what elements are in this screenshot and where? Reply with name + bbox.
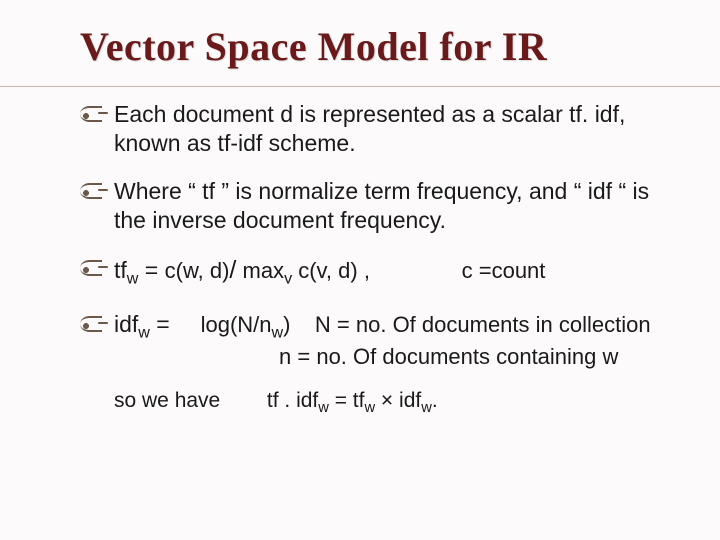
eq-sub: w xyxy=(364,400,375,416)
eq-eq: = xyxy=(138,257,164,283)
eq-sub: w xyxy=(127,269,139,287)
eq-part: c(v, d) , xyxy=(292,258,370,283)
eq-sub: w xyxy=(421,400,432,416)
eq-lhs: tf xyxy=(114,257,127,283)
bullet-text: Where “ tf ” is normalize term frequency… xyxy=(114,178,649,233)
bullet-item: tfw = c(w, d)/ maxv c(v, d) , c =count xyxy=(80,254,672,287)
eq-part: × idf xyxy=(375,389,421,412)
eq-part: = tf xyxy=(329,389,365,412)
eq-lhs: idf xyxy=(114,311,138,337)
eq-sub: w xyxy=(138,324,150,342)
eq-tail: c =count xyxy=(370,258,545,283)
eq-part: log(N/n xyxy=(176,312,271,337)
eq-def: N = no. Of documents in collection xyxy=(290,312,650,337)
eq-part: . xyxy=(432,389,438,412)
eq-sub: v xyxy=(284,269,292,287)
eq-eq: = xyxy=(150,311,176,337)
closing-line: so we have tf . idfw = tfw × idfw. xyxy=(114,389,672,416)
bullet-item: idfw = log(N/nw) N = no. Of documents in… xyxy=(80,310,672,371)
eq-def: n = no. Of documents containing w xyxy=(114,343,672,371)
closing-lead: so we have xyxy=(114,389,220,412)
eq-part: tf . idf xyxy=(220,389,318,412)
eq-sub: w xyxy=(318,400,329,416)
bullet-list: Each document d is represented as a scal… xyxy=(80,100,672,371)
bullet-item: Where “ tf ” is normalize term frequency… xyxy=(80,177,672,236)
slide-title: Vector Space Model for IR xyxy=(80,24,672,70)
bullet-text: Each document d is represented as a scal… xyxy=(114,101,625,156)
eq-part: c(w, d) xyxy=(165,258,230,283)
eq-sub: w xyxy=(272,324,284,342)
bullet-item: Each document d is represented as a scal… xyxy=(80,100,672,159)
eq-part: max xyxy=(236,258,284,283)
divider xyxy=(0,86,720,87)
